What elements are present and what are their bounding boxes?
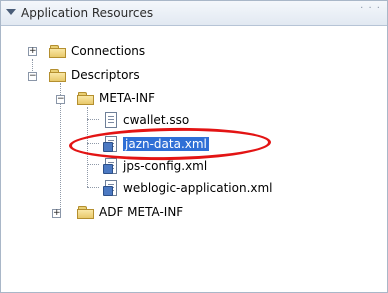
- tree-item-label: Descriptors: [71, 68, 140, 82]
- collapse-descriptors-button[interactable]: −: [28, 72, 37, 81]
- expand-adf-meta-inf-button[interactable]: +: [52, 209, 61, 218]
- collapse-triangle-icon[interactable]: [6, 9, 16, 15]
- panel-header[interactable]: Application Resources · · ·: [1, 1, 387, 26]
- tree-item-connections[interactable]: Connections: [49, 42, 145, 60]
- folder-icon: [77, 205, 95, 219]
- tree-item-label: cwallet.sso: [123, 113, 190, 127]
- tree-item-descriptors[interactable]: Descriptors: [49, 66, 140, 84]
- tree-guide-line: [87, 119, 99, 120]
- folder-icon: [49, 44, 67, 58]
- sso-file-icon: [103, 112, 119, 128]
- application-resources-panel: Application Resources · · · + Connection…: [0, 0, 388, 293]
- collapse-meta-inf-button[interactable]: −: [56, 95, 65, 104]
- xml-file-icon: [103, 180, 119, 196]
- tree-item-meta-inf[interactable]: META-INF: [77, 89, 155, 107]
- tree-item-weblogic-application[interactable]: weblogic-application.xml: [103, 179, 273, 197]
- tree-item-label: ADF META-INF: [99, 205, 184, 219]
- folder-open-icon: [49, 68, 67, 82]
- tree-item-label: META-INF: [99, 91, 156, 105]
- tree-item-adf-meta-inf[interactable]: ADF META-INF: [77, 203, 183, 221]
- folder-open-icon: [77, 91, 95, 105]
- highlight-annotation-ellipse: [68, 126, 272, 162]
- grip-dots-icon: · · ·: [360, 3, 381, 14]
- tree-item-cwallet[interactable]: cwallet.sso: [103, 111, 189, 129]
- tree-guide-line: [87, 164, 99, 165]
- xml-file-icon: [103, 158, 119, 174]
- panel-title: Application Resources: [21, 6, 154, 20]
- expand-connections-button[interactable]: +: [28, 47, 37, 56]
- tree-item-label: jps-config.xml: [123, 159, 208, 173]
- tree-item-label: Connections: [71, 44, 146, 58]
- tree-guide-line: [87, 187, 99, 188]
- tree-item-label: weblogic-application.xml: [123, 181, 273, 195]
